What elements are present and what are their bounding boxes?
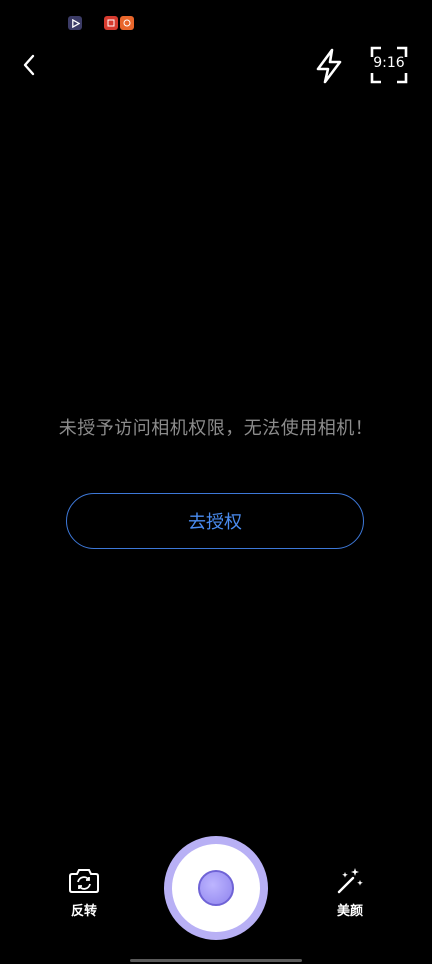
home-indicator[interactable] (130, 959, 302, 962)
app-icon-red (104, 16, 118, 30)
status-bar (68, 16, 134, 30)
flip-camera-button[interactable]: 反转 (60, 866, 108, 919)
aspect-ratio-button[interactable]: 9:16 (370, 46, 408, 84)
shutter-button[interactable] (164, 836, 268, 940)
permission-message: 未授予访问相机权限，无法使用相机！ (58, 418, 374, 439)
camera-screen: 9:16 未授予访问相机权限，无法使用相机！ 去授权 反转 美颜 (0, 0, 432, 964)
aspect-ratio-label: 9:16 (373, 55, 405, 71)
shutter-core (198, 870, 234, 906)
shutter-ring (172, 844, 260, 932)
magic-wand-icon (337, 868, 363, 894)
flash-toggle-button[interactable] (312, 46, 346, 86)
camera-flip-icon (69, 869, 99, 893)
flip-camera-label: 反转 (70, 904, 97, 919)
beauty-label: 美颜 (336, 904, 363, 919)
beauty-button[interactable]: 美颜 (326, 866, 374, 919)
app-icon-orange (120, 16, 134, 30)
chevron-left-icon (23, 54, 35, 76)
video-play-icon (68, 16, 82, 30)
lightning-icon (316, 48, 342, 84)
authorize-button-label: 去授权 (188, 512, 242, 533)
back-button[interactable] (14, 50, 44, 80)
notification-app-icons (104, 16, 134, 30)
authorize-button[interactable]: 去授权 (66, 493, 364, 549)
